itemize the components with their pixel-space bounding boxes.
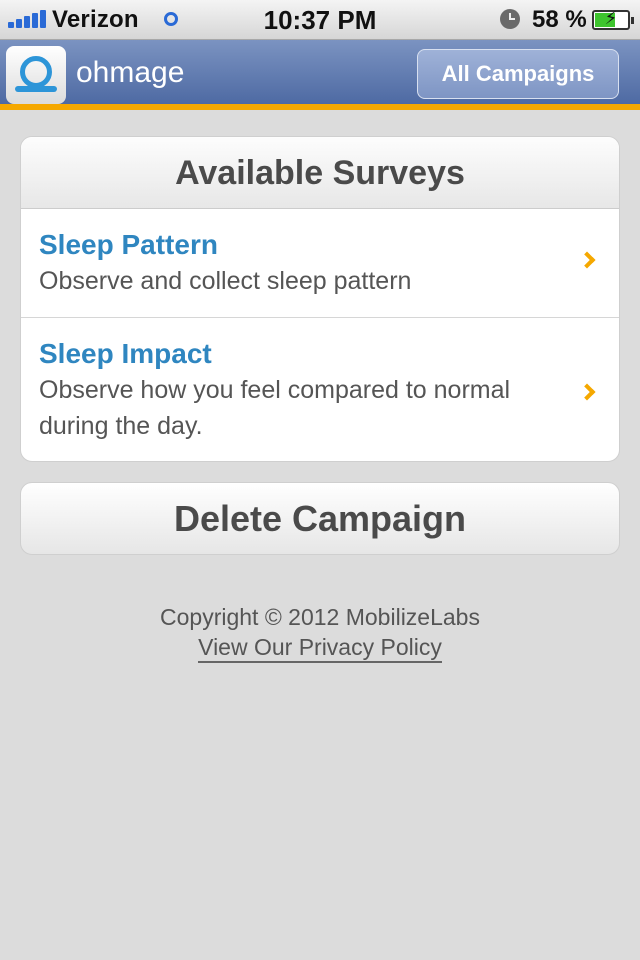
- survey-item-sleep-impact[interactable]: Sleep Impact Observe how you feel compar…: [21, 318, 619, 461]
- battery-percent: 58 %: [532, 6, 587, 33]
- charging-bolt-icon: ⚡: [604, 8, 618, 28]
- privacy-link-container: View Our Privacy Policy: [0, 634, 640, 663]
- survey-description: Observe how you feel compared to normal …: [39, 376, 511, 440]
- survey-item-sleep-pattern[interactable]: Sleep Pattern Observe and collect sleep …: [21, 209, 619, 318]
- copyright-text: Copyright © 2012 MobilizeLabs: [160, 604, 480, 630]
- chevron-right-icon: [578, 251, 596, 269]
- app-logo-icon: [6, 46, 66, 104]
- surveys-header: Available Surveys: [21, 137, 619, 209]
- survey-title: Sleep Impact: [39, 338, 212, 369]
- chevron-right-icon: [578, 383, 596, 401]
- delete-campaign-button[interactable]: Delete Campaign: [20, 482, 620, 555]
- nav-bar: ohmage All Campaigns: [0, 40, 640, 110]
- survey-title: Sleep Pattern: [39, 229, 218, 260]
- status-bar: Verizon 10:37 PM 58 % ⚡: [0, 0, 640, 40]
- survey-description: Observe and collect sleep pattern: [39, 267, 412, 295]
- battery-charging-icon: ⚡: [592, 8, 634, 30]
- alarm-clock-icon: [500, 9, 520, 29]
- app-name: ohmage: [76, 56, 185, 89]
- privacy-policy-link[interactable]: View Our Privacy Policy: [198, 634, 442, 663]
- all-campaigns-button[interactable]: All Campaigns: [417, 49, 619, 99]
- surveys-panel: Available Surveys Sleep Pattern Observe …: [20, 136, 620, 462]
